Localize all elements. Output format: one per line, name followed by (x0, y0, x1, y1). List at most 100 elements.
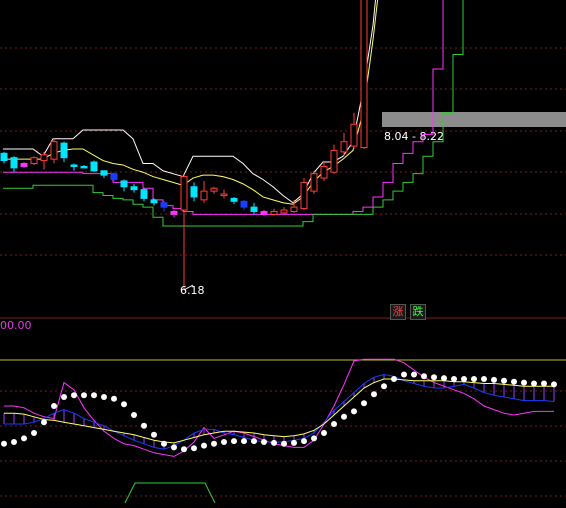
indicator-dot-31 (311, 435, 317, 442)
indicator-dot-52 (521, 379, 527, 386)
indicator-dot-51 (511, 378, 517, 385)
indicator-blue-line (4, 373, 555, 450)
fall-badge[interactable]: 跌 (410, 304, 426, 320)
indicator-dot-19 (191, 445, 197, 452)
indicator-dot-2 (21, 435, 27, 442)
indicator-dot-40 (401, 371, 407, 378)
indicator-dot-28 (281, 440, 287, 447)
indicator-dot-7 (71, 392, 77, 399)
indicator-dot-12 (121, 401, 127, 408)
indicator-dot-55 (551, 381, 557, 388)
candle-body-31 (310, 173, 318, 192)
candle-body-27 (270, 210, 278, 215)
indicator-dot-23 (231, 438, 237, 445)
price-range-label: 8.04 - 8.22 (384, 130, 444, 143)
candle-body-11 (110, 173, 118, 180)
indicator-dot-18 (181, 446, 187, 453)
candle-body-15 (150, 199, 158, 204)
indicator-dot-50 (501, 377, 507, 384)
candle-body-26 (260, 210, 268, 215)
indicator-dot-46 (461, 376, 467, 382)
candle-body-25 (250, 206, 258, 212)
indicator-dot-10 (101, 394, 107, 400)
indicator-dot-3 (31, 430, 37, 436)
indicator-dot-36 (361, 400, 367, 407)
indicator-dot-44 (441, 375, 447, 382)
kline-chart-svg: 8.04 - 8.22 6.18 (0, 0, 566, 504)
candle-body-5 (50, 141, 58, 160)
indicator-dot-11 (111, 395, 117, 402)
indicator-dot-48 (481, 376, 487, 382)
candle-body-28 (280, 209, 288, 214)
candle-body-32 (320, 165, 328, 179)
candle-body-24 (240, 200, 248, 208)
candle-body-14 (140, 189, 148, 199)
indicator-dot-22 (221, 439, 227, 445)
indicator-dot-6 (61, 394, 67, 400)
candle-body-10 (100, 170, 108, 176)
indicator-dot-8 (81, 392, 87, 399)
indicator-dot-30 (301, 438, 307, 445)
indicator-dot-38 (381, 383, 387, 390)
candle-body-20 (200, 190, 208, 201)
candle-body-22 (220, 193, 228, 197)
indicator-dot-47 (471, 376, 477, 382)
indicator-dot-14 (141, 422, 147, 429)
indicator-dot-0 (1, 440, 7, 447)
indicator-value-label: 00.00 (0, 319, 32, 332)
candle-body-23 (230, 197, 238, 202)
candle-body-0 (0, 152, 8, 162)
candle-body-4 (40, 154, 48, 162)
indicator-dot-26 (261, 439, 267, 445)
candle-body-34 (340, 141, 348, 153)
indicator-green-line (124, 482, 216, 504)
indicator-dot-1 (11, 439, 17, 445)
indicator-dot-5 (51, 403, 57, 409)
indicator-dot-43 (431, 374, 437, 381)
indicator-dot-20 (201, 442, 207, 449)
candle-body-35 (350, 123, 358, 147)
indicator-dot-35 (351, 408, 357, 415)
indicator-dot-39 (391, 376, 397, 382)
indicator-dot-15 (151, 431, 157, 438)
rise-badge[interactable]: 涨 (390, 304, 406, 320)
low-price-label: 6.18 (180, 284, 205, 297)
indicator-dot-21 (211, 440, 217, 447)
candle-body-18 (180, 176, 188, 211)
indicator-dot-16 (161, 440, 167, 447)
candle-body-9 (90, 161, 98, 172)
indicator-dot-17 (171, 444, 177, 451)
indicator-dot-54 (541, 380, 547, 387)
indicator-dot-24 (241, 438, 247, 445)
candle-body-17 (170, 210, 178, 215)
candle-body-33 (330, 149, 338, 173)
candle-body-19 (190, 186, 198, 198)
indicator-dot-42 (421, 373, 427, 380)
price-range-box (382, 112, 566, 127)
indicator-dot-4 (41, 419, 47, 426)
candle-body-29 (290, 206, 298, 212)
candle-body-21 (210, 187, 218, 192)
candle-body-3 (30, 157, 38, 165)
indicator-dot-41 (411, 371, 417, 378)
indicator-dot-37 (371, 391, 377, 398)
band-magenta-line (3, 0, 444, 215)
chart-stage: 8.04 - 8.22 6.18 (0, 0, 566, 504)
candle-body-1 (10, 157, 18, 169)
indicator-dot-33 (331, 421, 337, 427)
indicator-dot-34 (341, 413, 347, 420)
candle-body-7 (70, 164, 78, 167)
candle-body-16 (160, 202, 168, 208)
candle-body-13 (130, 186, 138, 191)
candle-body-6 (60, 142, 68, 159)
candle-body-12 (120, 180, 128, 188)
candle-body-30 (300, 181, 308, 210)
candle-body-8 (80, 165, 88, 169)
candle-body-2 (20, 163, 28, 167)
indicator-dot-9 (91, 392, 97, 399)
indicator-dot-45 (451, 376, 457, 382)
indicator-dot-53 (531, 380, 537, 387)
indicator-dot-29 (291, 439, 297, 446)
indicator-dot-13 (131, 412, 137, 418)
indicator-dot-25 (251, 438, 257, 445)
